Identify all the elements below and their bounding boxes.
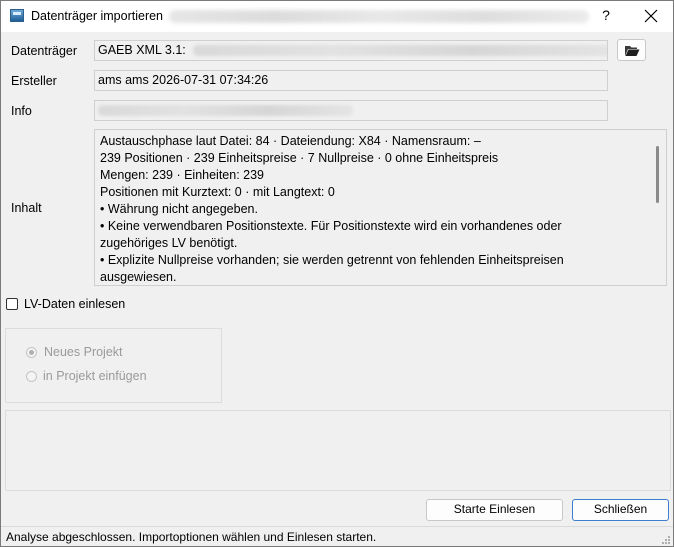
radio-neues-projekt-label[interactable]: Neues Projekt	[44, 345, 123, 359]
help-icon[interactable]: ?	[599, 7, 613, 25]
inhalt-scroll-thumb[interactable]	[656, 146, 659, 203]
lv-daten-checkbox[interactable]	[6, 298, 18, 310]
inhalt-line: ausgewiesen.	[100, 270, 177, 284]
inhalt-line: • Explizite Nullpreise vorhanden; sie we…	[100, 253, 564, 267]
window-title: Datenträger importieren	[31, 9, 164, 23]
status-text: Analyse abgeschlossen. Importoptionen wä…	[6, 530, 377, 544]
ersteller-field[interactable]: ams ams 2026-07-31 07:34:26	[94, 70, 608, 91]
info-field[interactable]	[94, 100, 608, 121]
title-path-redacted	[169, 10, 589, 23]
browse-folder-button[interactable]	[617, 39, 646, 61]
radio-neues-projekt[interactable]	[26, 347, 37, 358]
datentraeger-value: GAEB XML 3.1:	[98, 43, 186, 57]
inhalt-memo[interactable]: Austauschphase laut Datei: 84 · Dateiend…	[94, 129, 667, 286]
inhalt-line: zugehöriges LV benötigt.	[100, 236, 238, 250]
datentraeger-path-redacted	[193, 45, 607, 57]
inhalt-line: 239 Positionen · 239 Einheitspreise · 7 …	[100, 151, 499, 165]
inhalt-line: Mengen: 239 · Einheiten: 239	[100, 168, 265, 182]
close-icon[interactable]	[642, 5, 660, 27]
info-value-redacted	[98, 105, 353, 117]
radio-in-projekt-einfuegen[interactable]	[26, 371, 37, 382]
status-bar: Analyse abgeschlossen. Importoptionen wä…	[1, 526, 673, 546]
inhalt-label: Inhalt	[11, 201, 42, 215]
project-option-group: Neues Projekt in Projekt einfügen	[5, 328, 222, 403]
lv-daten-label[interactable]: LV-Daten einlesen	[24, 297, 125, 311]
ersteller-label: Ersteller	[11, 74, 57, 88]
ersteller-value: ams ams 2026-07-31 07:34:26	[98, 73, 269, 87]
datentraeger-label: Datenträger	[11, 44, 78, 58]
start-import-button[interactable]: Starte Einlesen	[426, 499, 563, 521]
datentraeger-field[interactable]: GAEB XML 3.1:	[94, 40, 608, 61]
inhalt-line: • Keine verwendbaren Positionstexte. Für…	[100, 219, 562, 233]
log-panel	[5, 410, 671, 491]
info-label: Info	[11, 104, 32, 118]
title-bar[interactable]: Datenträger importieren ?	[1, 1, 673, 32]
inhalt-line: • Währung nicht angegeben.	[100, 202, 258, 216]
radio-in-projekt-einfuegen-label[interactable]: in Projekt einfügen	[43, 369, 147, 383]
resize-grip-icon[interactable]	[661, 535, 671, 545]
inhalt-line: Austauschphase laut Datei: 84 · Dateiend…	[100, 134, 481, 148]
close-button[interactable]: Schließen	[572, 499, 669, 521]
import-dialog: Datenträger importieren ? Datenträger GA…	[0, 0, 674, 547]
dialog-app-icon	[10, 9, 24, 22]
inhalt-lines: Austauschphase laut Datei: 84 · Dateiend…	[100, 133, 645, 285]
inhalt-scrollbar[interactable]	[650, 130, 666, 285]
folder-open-icon	[625, 46, 640, 56]
inhalt-line: Positionen mit Kurztext: 0 · mit Langtex…	[100, 185, 335, 199]
